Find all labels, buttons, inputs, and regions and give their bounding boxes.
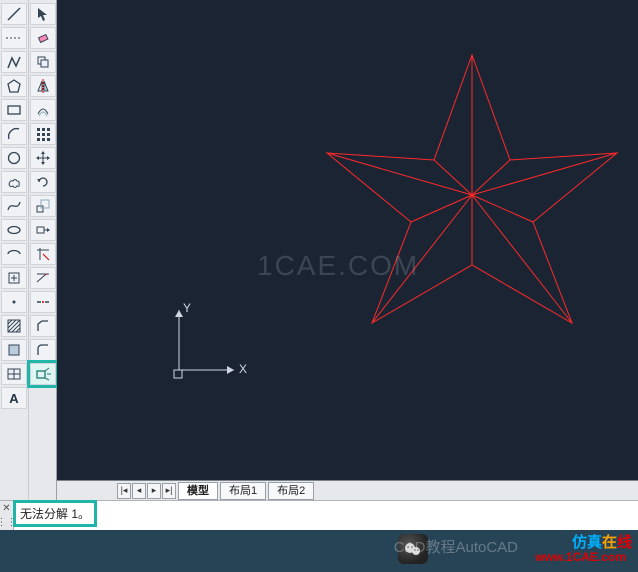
point-icon[interactable] [1, 291, 27, 313]
copy-icon[interactable] [30, 51, 56, 73]
spline-icon[interactable] [1, 195, 27, 217]
table-icon[interactable] [1, 363, 27, 385]
polyline-icon[interactable] [1, 51, 27, 73]
footer-overlay: CAD教程AutoCAD 仿真在线 www.1CAE.com [0, 530, 638, 572]
move-icon[interactable] [30, 147, 56, 169]
region-icon[interactable] [1, 339, 27, 361]
draw-toolbar: A [0, 0, 28, 500]
drawing-canvas[interactable]: 1CAE.COM X Y [57, 0, 638, 480]
modify-toolbar [28, 0, 56, 500]
command-line-area: ✕ ⋮⋮ 无法分解 1。 [0, 500, 638, 530]
tab-nav-first[interactable]: |◂ [117, 483, 131, 499]
fillet-icon[interactable] [30, 339, 56, 361]
ellipse-icon[interactable] [1, 219, 27, 241]
tool-palette: A [0, 0, 57, 500]
layout-tab-strip: |◂ ◂ ▸ ▸| 模型 布局1 布局2 [57, 480, 638, 500]
tab-nav-last[interactable]: ▸| [162, 483, 176, 499]
ellipse-arc-icon[interactable] [1, 243, 27, 265]
block-insert-icon[interactable] [1, 267, 27, 289]
array-icon[interactable] [30, 123, 56, 145]
extend-icon[interactable] [30, 267, 56, 289]
hatch-icon[interactable] [1, 315, 27, 337]
arc-icon[interactable] [1, 123, 27, 145]
construction-line-icon[interactable] [1, 27, 27, 49]
ucs-icon: X Y [169, 300, 249, 390]
cmd-close-icon[interactable]: ✕ [2, 503, 10, 514]
chamfer-icon[interactable] [30, 315, 56, 337]
tab-layout2[interactable]: 布局2 [268, 482, 314, 500]
star-drawing [317, 45, 627, 325]
rectangle-icon[interactable] [1, 99, 27, 121]
polygon-icon[interactable] [1, 75, 27, 97]
tab-nav-prev[interactable]: ◂ [132, 483, 146, 499]
command-input[interactable]: 无法分解 1。 [14, 501, 638, 530]
tab-layout1[interactable]: 布局1 [220, 482, 266, 500]
circle-icon[interactable] [1, 147, 27, 169]
brand-url: www.1CAE.com [535, 550, 626, 564]
stretch-icon[interactable] [30, 219, 56, 241]
erase-icon[interactable] [30, 27, 56, 49]
tab-model[interactable]: 模型 [178, 482, 218, 500]
trim-icon[interactable] [30, 243, 56, 265]
line-icon[interactable] [1, 3, 27, 25]
mirror-icon[interactable] [30, 75, 56, 97]
scale-icon[interactable] [30, 195, 56, 217]
text-icon[interactable]: A [1, 387, 27, 409]
explode-icon[interactable] [30, 363, 56, 385]
rotate-icon[interactable] [30, 171, 56, 193]
ucs-y-label: Y [183, 301, 191, 315]
tab-nav-next[interactable]: ▸ [147, 483, 161, 499]
ucs-x-label: X [239, 362, 247, 376]
break-at-point-icon[interactable] [30, 291, 56, 313]
revision-cloud-icon[interactable] [1, 171, 27, 193]
footer-text: CAD教程AutoCAD [394, 536, 518, 557]
offset-icon[interactable] [30, 99, 56, 121]
cursor-icon[interactable] [30, 3, 56, 25]
command-output: 无法分解 1。 [16, 503, 94, 524]
